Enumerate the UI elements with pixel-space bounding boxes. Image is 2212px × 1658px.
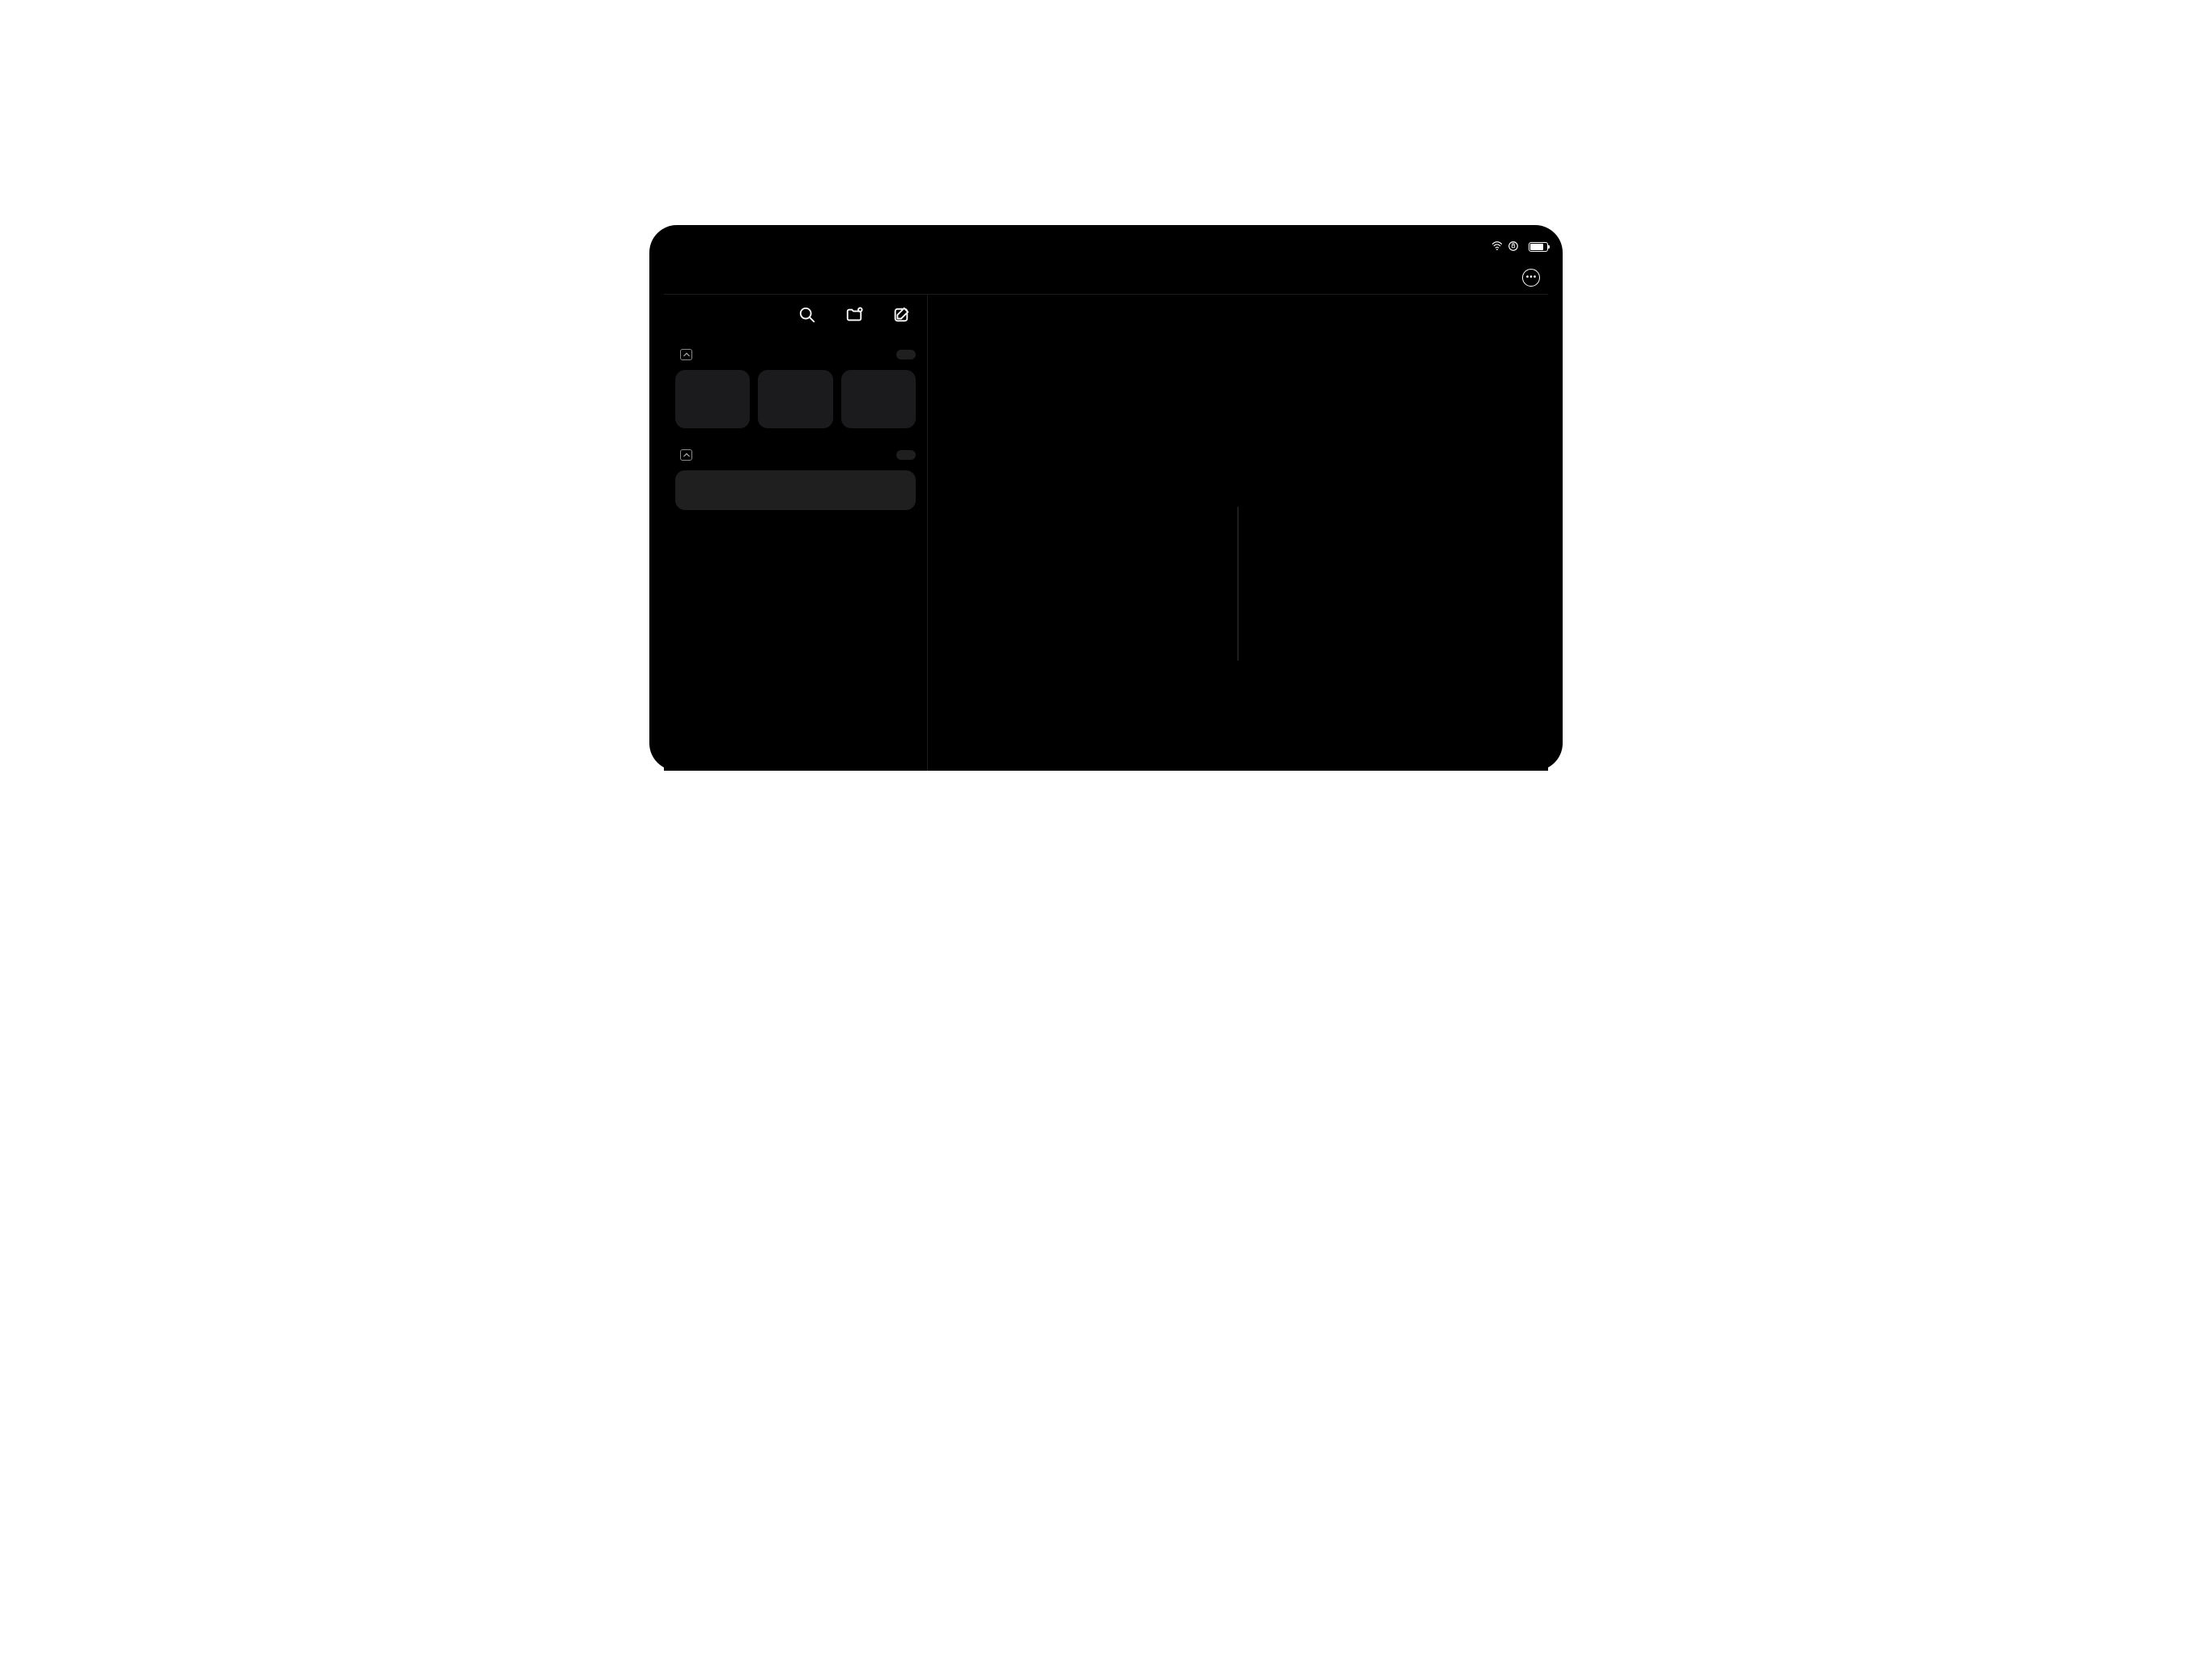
rotation-lock-icon — [1508, 240, 1519, 254]
folders-section-header — [675, 349, 916, 360]
app-bar: ••• — [664, 261, 1548, 294]
folder-card-scheduler[interactable] — [841, 370, 916, 428]
status-bar — [664, 239, 1548, 255]
notes-sort-button[interactable] — [896, 450, 916, 460]
folders-grid — [675, 370, 916, 428]
notes-section-toggle[interactable] — [675, 449, 692, 461]
folders-sort-button[interactable] — [896, 350, 916, 359]
divider-vertical — [1238, 507, 1239, 661]
search-button[interactable] — [798, 305, 817, 325]
folder-card-moneyke[interactable] — [675, 370, 750, 428]
chevron-up-icon — [680, 349, 692, 360]
new-folder-button[interactable] — [844, 305, 864, 325]
folder-icon — [868, 388, 889, 404]
sidebar-toolbar — [675, 305, 916, 325]
battery-icon — [1529, 242, 1548, 252]
folder-icon — [785, 388, 806, 404]
device-frame: ••• — [649, 225, 1563, 771]
folder-card-notes[interactable] — [758, 370, 832, 428]
notes-section-header — [675, 449, 916, 461]
detail-pane — [928, 295, 1548, 771]
more-options-button[interactable]: ••• — [1522, 269, 1540, 287]
note-meta — [688, 487, 903, 499]
chevron-up-icon — [680, 449, 692, 461]
wifi-icon — [1491, 240, 1503, 254]
ellipsis-icon: ••• — [1526, 274, 1538, 282]
folders-section-toggle[interactable] — [675, 349, 692, 360]
sidebar — [664, 295, 928, 771]
screen: ••• — [664, 239, 1548, 771]
compose-note-button[interactable] — [891, 305, 911, 325]
folder-icon — [702, 388, 723, 404]
empty-state — [1238, 489, 1239, 661]
note-card[interactable] — [675, 470, 916, 510]
promo-header — [0, 0, 1028, 45]
